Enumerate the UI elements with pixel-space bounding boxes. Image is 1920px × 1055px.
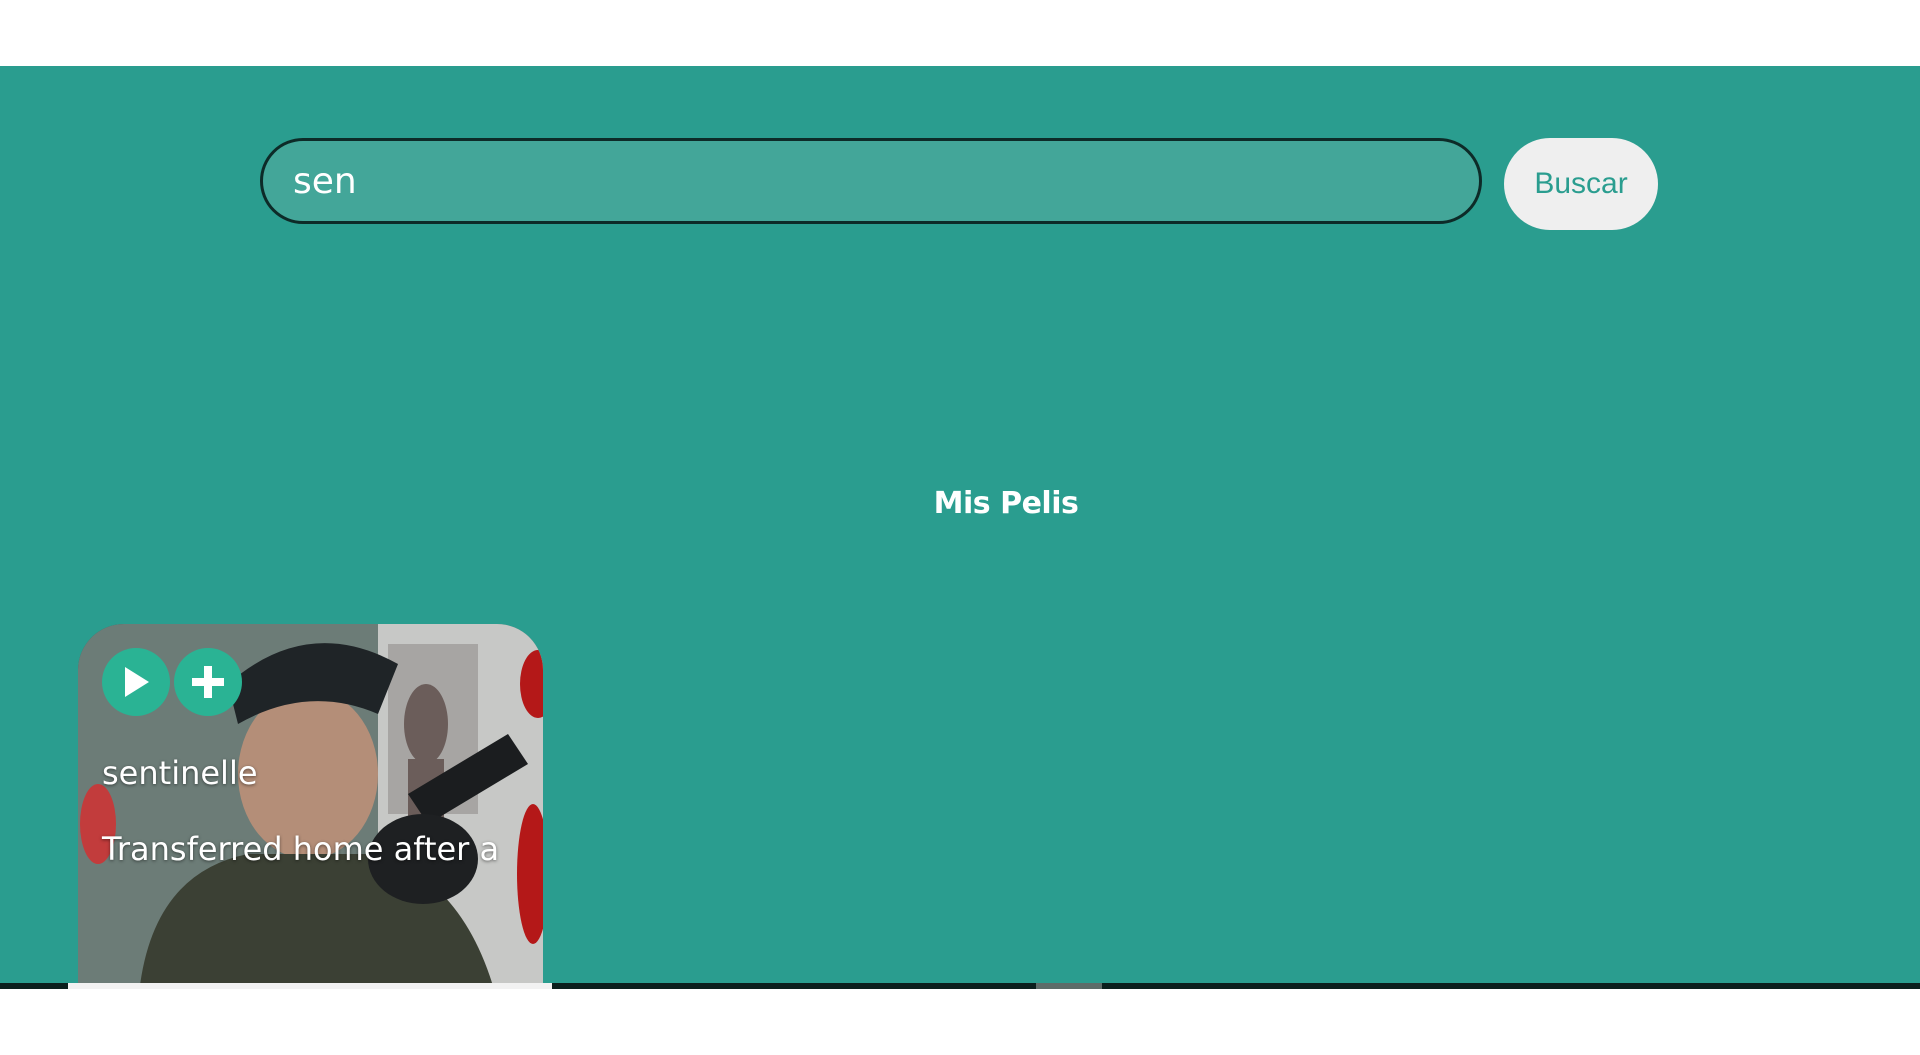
add-to-list-button[interactable]: [174, 648, 242, 716]
bottom-white-band: [0, 989, 1920, 1055]
main-stage: Buscar Mis Pelis: [0, 66, 1920, 983]
search-button[interactable]: Buscar: [1504, 138, 1658, 230]
movie-description: Transferred home after a: [102, 830, 500, 868]
search-input[interactable]: [260, 138, 1482, 224]
movie-title: sentinelle: [102, 754, 258, 792]
section-title: Mis Pelis: [933, 486, 1079, 521]
play-icon: [125, 667, 149, 697]
movie-card[interactable]: sentinelle Transferred home after a: [78, 624, 543, 983]
top-white-band: [0, 0, 1920, 66]
card-actions: [102, 648, 242, 716]
plus-icon: [192, 666, 224, 698]
play-button[interactable]: [102, 648, 170, 716]
search-bar: [260, 138, 1482, 224]
